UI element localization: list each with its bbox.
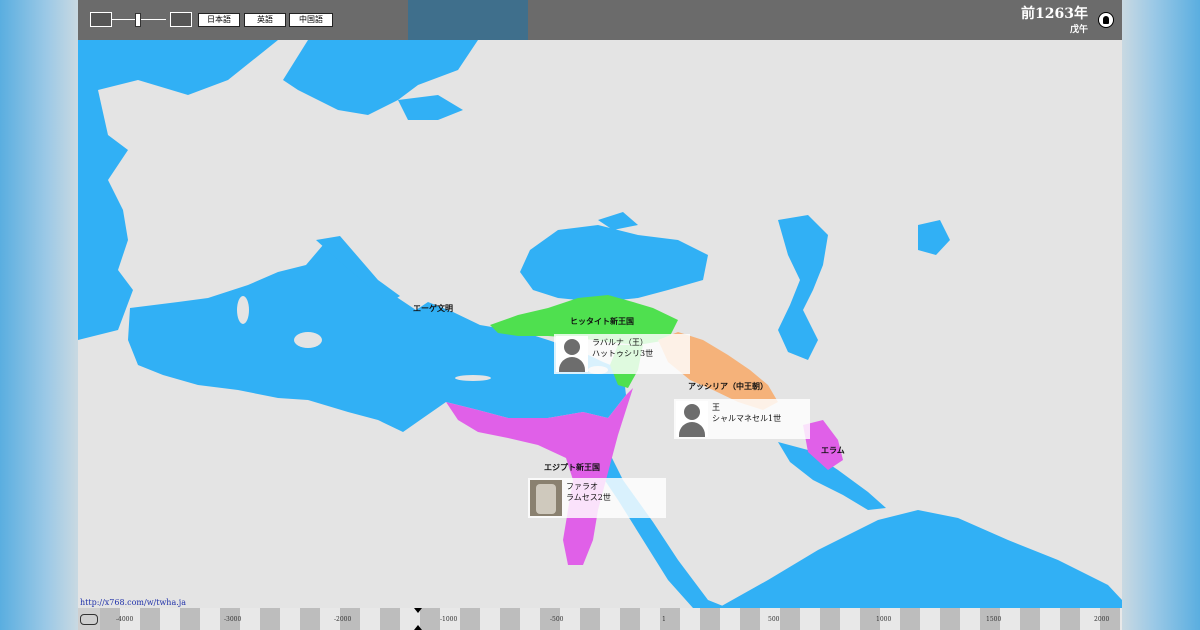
timeline-segment — [680, 608, 700, 630]
timeline-tick-label: -4000 — [116, 616, 134, 623]
ruler-name: ハットゥシリ3世 — [592, 349, 654, 358]
timeline-segment — [1000, 608, 1020, 630]
timeline-current-marker-top[interactable] — [414, 608, 422, 613]
timeline-tick-label: -2000 — [334, 616, 352, 623]
timeline-segment — [240, 608, 260, 630]
label-assyria[interactable]: アッシリア（中王朝） — [688, 381, 768, 392]
timeline-segment — [140, 608, 160, 630]
timeline-current-marker-bottom[interactable] — [414, 625, 422, 630]
timeline-segment — [520, 608, 540, 630]
ruler-text: ラバルナ（王） ハットゥシリ3世 — [592, 337, 653, 359]
timeline-segment — [180, 608, 200, 630]
timeline-segment — [380, 608, 400, 630]
ruler-title: ラバルナ（王） — [592, 338, 648, 347]
timeline-tick-label: 1500 — [986, 616, 1002, 623]
timeline-tick-label: 2000 — [1094, 616, 1110, 623]
timeline-segment — [840, 608, 860, 630]
toolbar-map-patch — [408, 0, 528, 40]
label-aegean[interactable]: エーゲ文明 — [413, 303, 453, 314]
timeline-tick-label: -3000 — [224, 616, 242, 623]
timeline-segment — [900, 608, 920, 630]
ruler-portrait-image — [530, 480, 562, 516]
site-url-link[interactable]: http://x768.com/w/twha.ja — [80, 598, 186, 607]
label-egypt[interactable]: エジプト新王国 — [544, 462, 600, 473]
ruler-avatar-icon — [556, 336, 588, 372]
timeline-segment — [720, 608, 740, 630]
timeline-segment — [920, 608, 940, 630]
ruler-text: 王 シャルマネセル1世 — [712, 402, 781, 424]
timeline-segment — [800, 608, 820, 630]
ruler-card-egypt[interactable]: ファラオ ラムセス2世 — [528, 478, 666, 518]
timeline-segment — [1060, 608, 1080, 630]
current-year: 前1263年 — [1021, 6, 1088, 22]
timeline-segment — [820, 608, 840, 630]
timeline-segment — [160, 608, 180, 630]
timeline-segment — [1120, 608, 1122, 630]
ruler-title: 王 — [712, 403, 720, 412]
timeline-tick-label: 500 — [768, 616, 780, 623]
ruler-avatar-icon — [676, 401, 708, 437]
timeline-bar[interactable]: -4000 -3000 -2000 -1000 -500 1 500 1000 1500 2000 — [78, 608, 1122, 630]
timeline-segment — [200, 608, 220, 630]
sicily-island — [294, 332, 322, 348]
timeline-segment — [280, 608, 300, 630]
link-icon[interactable] — [80, 614, 98, 625]
lang-english-button[interactable]: 英語 — [244, 13, 286, 27]
timeline-tick-label: -500 — [550, 616, 564, 623]
timeline-tick-label: 1 — [662, 616, 666, 623]
timeline-segment — [460, 608, 480, 630]
timeline-segment — [420, 608, 440, 630]
timeline-segment — [260, 608, 280, 630]
crete-island — [455, 375, 491, 381]
zoom-out-map-icon[interactable] — [90, 12, 112, 27]
map-frame: 日本語 英語 中国語 前1263年 戊午 エーゲ文明 ヒッタイト新王国 アッシリ… — [78, 0, 1122, 630]
timeline-segment — [480, 608, 500, 630]
ruler-text: ファラオ ラムセス2世 — [566, 481, 611, 503]
current-eto: 戊午 — [1069, 25, 1088, 35]
timeline-segment — [940, 608, 960, 630]
timeline-segment — [500, 608, 520, 630]
timeline-segment — [740, 608, 760, 630]
ruler-title: ファラオ — [566, 482, 598, 491]
label-elam[interactable]: エラム — [821, 445, 845, 456]
lang-chinese-button[interactable]: 中国語 — [289, 13, 333, 27]
top-toolbar: 日本語 英語 中国語 前1263年 戊午 — [78, 0, 1122, 40]
timeline-tick-label: -1000 — [440, 616, 458, 623]
info-icon[interactable] — [1098, 12, 1114, 28]
timeline-segment — [360, 608, 380, 630]
timeline-segment — [300, 608, 320, 630]
left-backdrop — [0, 0, 78, 630]
ruler-name: シャルマネセル1世 — [712, 414, 782, 423]
lang-japanese-button[interactable]: 日本語 — [198, 13, 240, 27]
timeline-segment — [780, 608, 800, 630]
timeline-segment — [580, 608, 600, 630]
ruler-name: ラムセス2世 — [566, 493, 611, 502]
ruler-card-assyria[interactable]: 王 シャルマネセル1世 — [674, 399, 810, 439]
timeline-segment — [640, 608, 660, 630]
timeline-segment — [700, 608, 720, 630]
zoom-in-map-icon[interactable] — [170, 12, 192, 27]
timeline-segment — [960, 608, 980, 630]
timeline-segment — [1040, 608, 1060, 630]
label-hittite[interactable]: ヒッタイト新王国 — [570, 316, 634, 327]
zoom-slider-handle[interactable] — [135, 13, 141, 27]
timeline-segment — [600, 608, 620, 630]
timeline-segment — [1020, 608, 1040, 630]
timeline-segment — [620, 608, 640, 630]
ruler-card-hittite[interactable]: ラバルナ（王） ハットゥシリ3世 — [554, 334, 690, 374]
sardinia-island — [237, 296, 249, 324]
right-backdrop — [1122, 0, 1200, 630]
timeline-tick-label: 1000 — [876, 616, 892, 623]
